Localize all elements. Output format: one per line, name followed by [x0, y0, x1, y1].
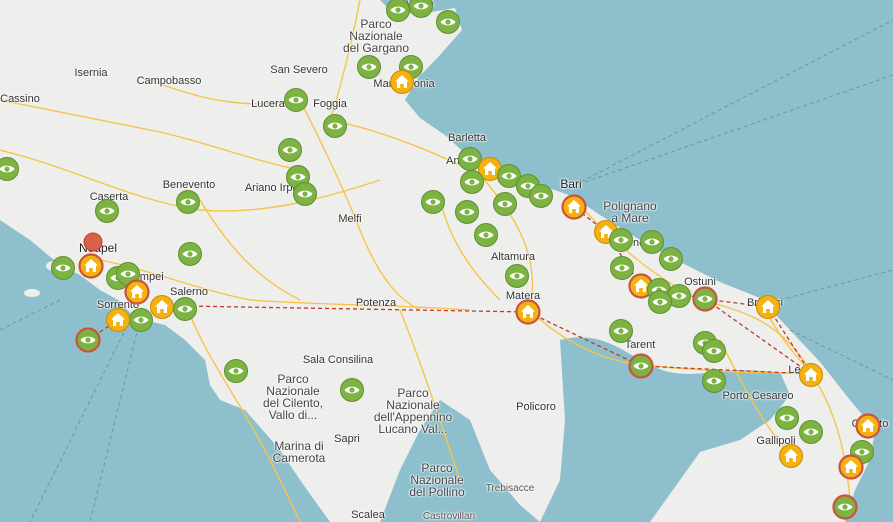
eye-marker-icon[interactable] — [292, 181, 318, 207]
home-marker-icon[interactable] — [798, 362, 824, 388]
eye-marker-icon[interactable] — [774, 405, 800, 431]
eye-marker-icon[interactable] — [528, 183, 554, 209]
home-marker-icon[interactable] — [561, 194, 587, 220]
eye-marker-icon[interactable] — [628, 353, 654, 379]
home-marker-icon[interactable] — [78, 253, 104, 279]
eye-marker-icon[interactable] — [701, 368, 727, 394]
eye-marker-icon[interactable] — [75, 327, 101, 353]
eye-marker-icon[interactable] — [50, 255, 76, 281]
eye-marker-icon[interactable] — [408, 0, 434, 19]
eye-marker-icon[interactable] — [435, 9, 461, 35]
map-view[interactable]: Vieste Parco Nazionale del Gargano Isern… — [0, 0, 893, 522]
eye-marker-icon[interactable] — [0, 156, 20, 182]
eye-marker-icon[interactable] — [177, 241, 203, 267]
eye-marker-icon[interactable] — [658, 246, 684, 272]
eye-marker-icon[interactable] — [608, 318, 634, 344]
home-marker-icon[interactable] — [124, 279, 150, 305]
eye-marker-icon[interactable] — [798, 419, 824, 445]
eye-marker-icon[interactable] — [701, 338, 727, 364]
eye-marker-icon[interactable] — [492, 191, 518, 217]
home-marker-icon[interactable] — [855, 413, 881, 439]
eye-marker-icon[interactable] — [223, 358, 249, 384]
island-capri — [24, 289, 40, 297]
eye-marker-icon[interactable] — [504, 263, 530, 289]
eye-marker-icon[interactable] — [277, 137, 303, 163]
home-marker-icon[interactable] — [389, 69, 415, 95]
eye-marker-icon[interactable] — [459, 169, 485, 195]
home-marker-icon[interactable] — [515, 299, 541, 325]
eye-marker-icon[interactable] — [322, 113, 348, 139]
eye-marker-icon[interactable] — [356, 54, 382, 80]
home-marker-icon[interactable] — [755, 294, 781, 320]
eye-marker-icon[interactable] — [692, 286, 718, 312]
eye-marker-icon[interactable] — [647, 289, 673, 315]
eye-marker-icon[interactable] — [94, 198, 120, 224]
eye-marker-icon[interactable] — [473, 222, 499, 248]
eye-marker-icon[interactable] — [175, 189, 201, 215]
location-pin-icon[interactable] — [83, 232, 103, 252]
eye-marker-icon[interactable] — [339, 377, 365, 403]
home-marker-icon[interactable] — [105, 307, 131, 333]
eye-marker-icon[interactable] — [128, 307, 154, 333]
eye-marker-icon[interactable] — [420, 189, 446, 215]
eye-marker-icon[interactable] — [283, 87, 309, 113]
home-marker-icon[interactable] — [778, 443, 804, 469]
home-marker-icon[interactable] — [838, 454, 864, 480]
eye-marker-icon[interactable] — [172, 296, 198, 322]
eye-marker-icon[interactable] — [832, 494, 858, 520]
eye-marker-icon[interactable] — [608, 227, 634, 253]
